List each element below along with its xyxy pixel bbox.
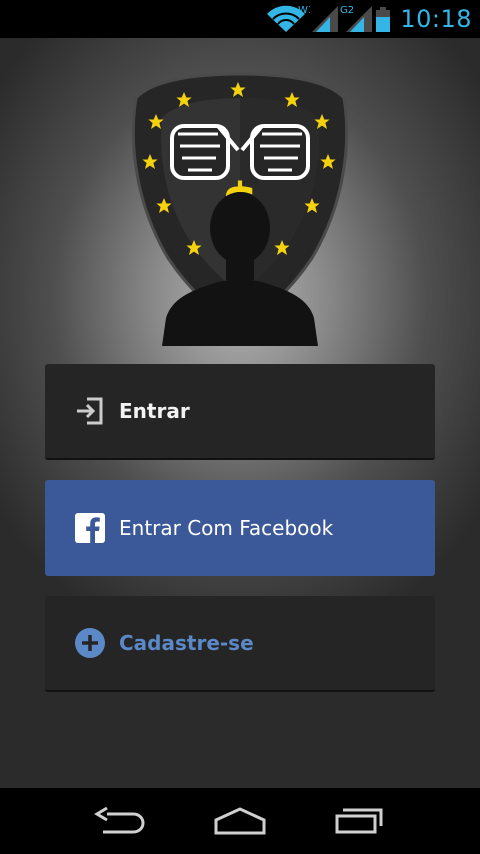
network-signal-icon: G2 (340, 4, 374, 34)
recent-apps-button[interactable] (320, 800, 400, 842)
status-bar: W1 G2 10:18 (0, 0, 480, 38)
wifi-badge-label: W1 (298, 5, 310, 16)
right-fist-icon (240, 124, 310, 180)
signup-button-label: Cadastre-se (119, 631, 254, 655)
network-badge-label: G2 (340, 5, 354, 16)
battery-icon (374, 4, 392, 34)
signup-button[interactable]: Cadastre-se (45, 596, 435, 692)
recent-apps-icon (335, 808, 383, 834)
add-circle-icon (75, 628, 105, 658)
app-logo: $ (131, 72, 349, 346)
back-button[interactable] (80, 800, 160, 842)
status-icons: W1 G2 10:18 (264, 0, 472, 38)
app-content: $ Entrar Entrar Com Facebook (0, 38, 480, 788)
login-button[interactable]: Entrar (45, 364, 435, 460)
login-icon (75, 396, 105, 426)
facebook-icon (75, 513, 105, 543)
facebook-button-label: Entrar Com Facebook (119, 516, 334, 540)
wifi-icon: W1 (264, 4, 310, 34)
navigation-bar (0, 788, 480, 854)
facebook-login-button[interactable]: Entrar Com Facebook (45, 480, 435, 576)
left-fist-icon (170, 124, 240, 180)
signal-icon (310, 4, 340, 34)
login-button-label: Entrar (119, 399, 190, 423)
back-icon (94, 806, 145, 834)
status-time: 10:18 (400, 5, 472, 33)
home-button[interactable] (200, 800, 280, 842)
home-icon (214, 807, 266, 835)
